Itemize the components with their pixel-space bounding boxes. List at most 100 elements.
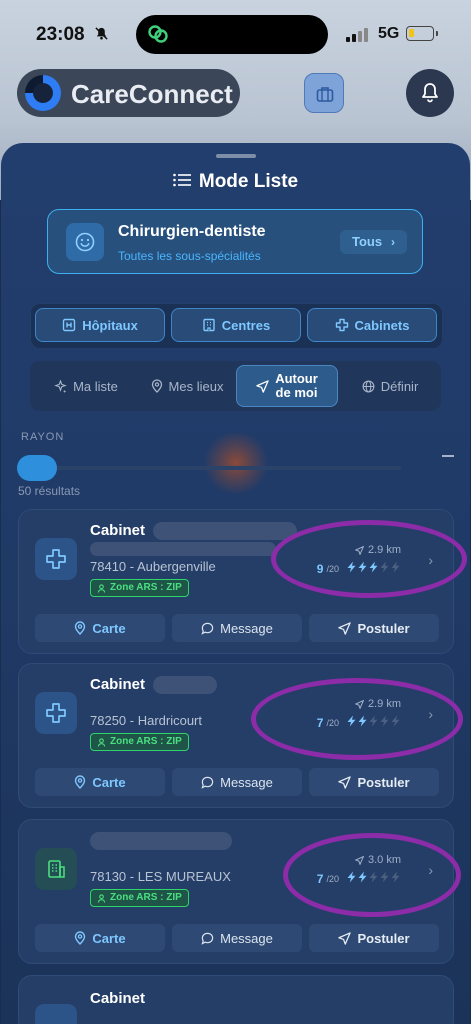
map-button[interactable]: Carte [35, 924, 165, 952]
distance: 3.0 km [354, 854, 401, 866]
score-bolts [346, 715, 401, 730]
chevron-right-icon[interactable]: › [428, 862, 433, 878]
message-button-label: Message [220, 774, 273, 790]
distance-value: 2.9 km [367, 544, 401, 556]
apply-button-label: Postuler [357, 930, 410, 946]
score-max: /20 [326, 873, 339, 884]
silent-bell-icon [94, 26, 109, 45]
bolt-icon [358, 561, 367, 573]
result-card[interactable]: Cabinet [18, 975, 454, 1024]
message-button[interactable]: Message [172, 924, 302, 952]
zone-badge: Zone ARS : ZIP [90, 889, 189, 907]
radius-slider-thumb[interactable] [17, 455, 57, 481]
type-centers-button[interactable]: Centres [171, 308, 301, 342]
battery-icon [406, 26, 438, 41]
bolt-icon [369, 871, 378, 883]
message-button[interactable]: Message [172, 768, 302, 796]
map-pin-icon [75, 775, 86, 789]
bolt-icon [347, 715, 356, 727]
filter-my-list[interactable]: Ma liste [44, 365, 128, 407]
apply-button[interactable]: Postuler [309, 768, 439, 796]
map-pin-icon [75, 621, 86, 635]
sheet-title-text: Mode Liste [198, 171, 299, 193]
map-pin-icon [151, 379, 162, 393]
card-actions: Carte Message Postuler [35, 768, 439, 796]
chevron-right-icon[interactable]: › [428, 706, 433, 722]
bolt-icon [391, 871, 400, 883]
specialty-selector[interactable]: Chirurgien-dentiste Toutes les sous-spéc… [47, 209, 423, 274]
person-icon [97, 737, 106, 747]
minus-icon[interactable] [442, 455, 454, 457]
list-bottom-sheet: Mode Liste Chirurgien-dentiste Toutes le… [1, 143, 470, 1024]
score: 7/20 [317, 871, 401, 886]
notifications-button[interactable] [406, 69, 454, 117]
filter-around-me[interactable]: Autour de moi [236, 365, 338, 407]
chevron-right-icon: › [391, 235, 395, 249]
person-icon [97, 893, 106, 903]
navigation-arrow-icon [256, 379, 269, 393]
result-card[interactable]: Cabinet 78250 - Hardricourt Zone ARS : Z… [18, 663, 454, 808]
result-card[interactable]: Cabinet 78410 - Aubergenville Zone ARS :… [18, 509, 454, 654]
message-button[interactable]: Message [172, 614, 302, 642]
map-button[interactable]: Carte [35, 768, 165, 796]
type-cabinets-button[interactable]: Cabinets [307, 308, 437, 342]
all-button-label: Tous [352, 234, 383, 249]
radius-slider-track[interactable] [21, 466, 401, 470]
bolt-icon [358, 715, 367, 727]
score: 7/20 [317, 715, 401, 730]
brand-logo-icon [25, 75, 61, 111]
card-city: 78250 - Hardricourt [90, 713, 202, 728]
type-hospitals-label: Hôpitaux [82, 317, 138, 333]
map-button[interactable]: Carte [35, 614, 165, 642]
result-card[interactable]: 78130 - LES MUREAUX Zone ARS : ZIP 3.0 k… [18, 819, 454, 964]
distance: 2.9 km [354, 544, 401, 556]
brand-logo-pill[interactable]: CareConnect [17, 69, 240, 117]
bolt-icon [391, 715, 400, 727]
bolt-icon [380, 715, 389, 727]
sheet-title: Mode Liste [1, 171, 470, 193]
type-centers-label: Centres [221, 317, 271, 333]
card-name: Cabinet [90, 676, 146, 693]
app-header: CareConnect [0, 68, 471, 120]
bolt-icon [380, 871, 389, 883]
slider-glow [201, 433, 271, 493]
apply-button[interactable]: Postuler [309, 924, 439, 952]
chat-bubble-icon [201, 776, 214, 789]
score-value: 7 [316, 715, 324, 730]
score-value: 9 [316, 561, 324, 576]
cross-icon [35, 692, 77, 734]
globe-icon [362, 380, 375, 392]
message-button-label: Message [220, 620, 273, 636]
chat-bubble-icon [201, 932, 214, 945]
send-icon [338, 621, 352, 635]
score: 9/20 [317, 561, 401, 576]
facility-type-bar: Hôpitaux Centres Cabinets [30, 303, 443, 349]
apply-button-label: Postuler [357, 620, 410, 636]
bolt-icon [369, 561, 378, 573]
all-subspecialties-button[interactable]: Tous › [340, 230, 407, 254]
bolt-icon [391, 561, 400, 573]
score-max: /20 [326, 717, 339, 728]
smile-icon [66, 223, 104, 261]
apply-button[interactable]: Postuler [309, 614, 439, 642]
specialty-subtitle: Toutes les sous-spécialités [118, 249, 261, 263]
cross-icon [35, 1004, 77, 1024]
sheet-grabber[interactable] [216, 154, 256, 158]
type-hospitals-button[interactable]: Hôpitaux [35, 308, 165, 342]
chevron-right-icon[interactable]: › [428, 552, 433, 568]
filter-my-places[interactable]: Mes lieux [142, 365, 232, 407]
filter-define[interactable]: Définir [348, 365, 432, 407]
filter-around-me-label: Autour de moi [275, 372, 318, 400]
zone-label: Zone ARS : ZIP [110, 582, 182, 593]
bolt-icon [358, 871, 367, 883]
card-actions: Carte Message Postuler [35, 924, 439, 952]
briefcase-button[interactable] [304, 73, 344, 113]
distance-value: 2.9 km [367, 698, 401, 710]
card-name: Cabinet [90, 522, 146, 539]
apply-button-label: Postuler [357, 774, 410, 790]
filter-around-me-line1: Autour [275, 371, 318, 386]
message-button-label: Message [220, 930, 273, 946]
map-button-label: Carte [92, 930, 126, 946]
navigation-arrow-icon [354, 699, 364, 709]
navigation-arrow-icon [354, 855, 364, 865]
